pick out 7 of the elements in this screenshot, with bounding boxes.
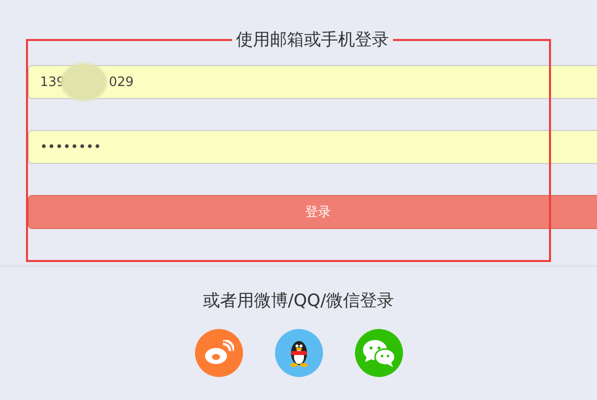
- account-field[interactable]: 139 029: [28, 65, 597, 99]
- social-login-title: 或者用微博/QQ/微信登录: [202, 290, 394, 313]
- weibo-login-button[interactable]: [194, 329, 242, 377]
- password-field[interactable]: ••••••••: [28, 130, 597, 164]
- wechat-login-button[interactable]: [354, 329, 402, 377]
- chat-bubbles-icon: [362, 339, 396, 367]
- qq-login-button[interactable]: [274, 329, 322, 377]
